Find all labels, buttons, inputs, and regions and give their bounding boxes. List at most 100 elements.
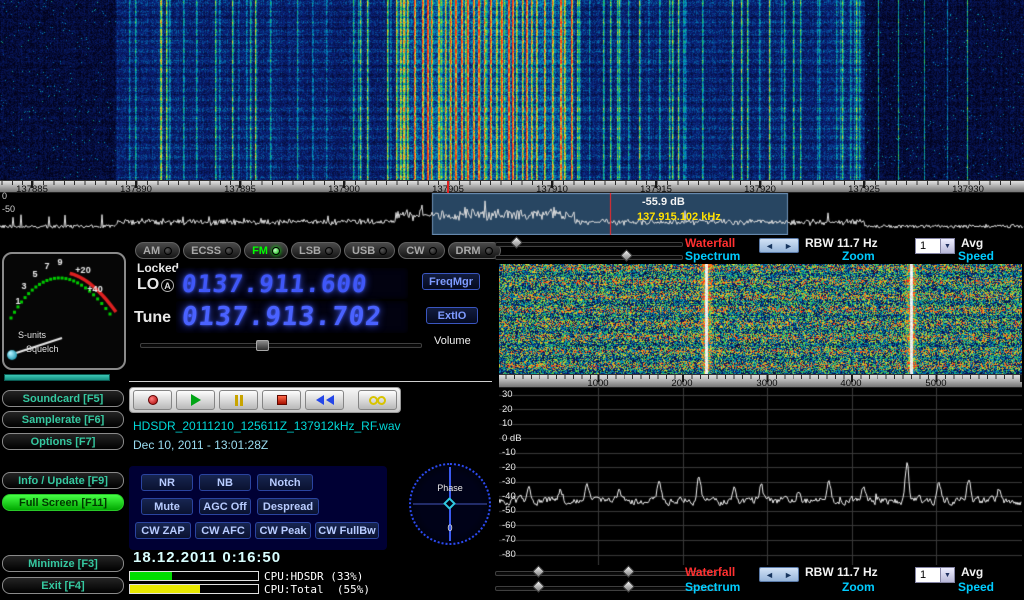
nr-button[interactable]: NR (141, 474, 193, 491)
mode-label: LSB (299, 245, 321, 257)
mode-am[interactable]: AM (135, 242, 180, 259)
phase-label: Phase (407, 483, 493, 493)
waterfall-contrast-slider-bottom[interactable] (495, 571, 717, 576)
spectrum-label-bottom: Spectrum (685, 580, 740, 594)
main-spectrum-strip[interactable]: 0 -50 -55.9 dB 137.915.102 kHz (0, 193, 1024, 235)
db-tick: -60 (502, 520, 516, 531)
mode-label: DRM (456, 245, 481, 257)
despread-button[interactable]: Despread (257, 498, 319, 515)
cpu-hdsdr-fill (130, 572, 172, 580)
main-waterfall[interactable] (0, 0, 1024, 180)
clock: 18.12.2011 0:16:50 (133, 549, 281, 566)
smeter-canvas (4, 254, 124, 368)
soundcard-button[interactable]: Soundcard [F5] (2, 390, 124, 407)
tune-frequency-display[interactable]: 0137.913.702 (176, 301, 408, 333)
fullscreen-button[interactable]: Full Screen [F11] (2, 494, 124, 511)
cw-peak-button[interactable]: CW Peak (255, 522, 311, 539)
zoom-spectrum-canvas[interactable] (499, 388, 1022, 565)
minimize-button[interactable]: Minimize [F3] (2, 555, 124, 572)
db-tick: -50 (502, 505, 516, 516)
recording-file-name: HDSDR_20111210_125611Z_137912kHz_RF.wav (133, 419, 401, 433)
mute-button[interactable]: Mute (141, 498, 193, 515)
waterfall-label-top: Waterfall (685, 236, 735, 250)
cw-afc-button[interactable]: CW AFC (195, 522, 251, 539)
lo-channel-badge[interactable]: A (161, 279, 174, 292)
avg-label-bottom: Avg (961, 565, 983, 579)
lo-frequency-display[interactable]: 0137.911.600 (176, 268, 408, 299)
next-arrow-icon[interactable]: ► (784, 570, 793, 580)
tune-label: Tune (134, 309, 171, 327)
phase-value: 0 (407, 523, 493, 533)
mode-lsb[interactable]: LSB (291, 242, 341, 259)
mode-led-icon (379, 247, 387, 255)
signal-level-bar (4, 374, 110, 381)
mode-fm[interactable]: FM (244, 242, 288, 259)
readout-db: -55.9 dB (642, 196, 685, 208)
volume-slider-thumb[interactable] (256, 340, 269, 351)
cw-zap-button[interactable]: CW ZAP (135, 522, 191, 539)
nb-button[interactable]: NB (199, 474, 251, 491)
db-tick: 10 (502, 418, 513, 429)
zoom-frequency-ruler[interactable]: 1000 2000 3000 4000 5000 (499, 374, 1022, 388)
mode-label: USB (352, 245, 375, 257)
prev-arrow-icon[interactable]: ◄ (765, 570, 774, 580)
zoom-waterfall[interactable] (499, 264, 1022, 374)
record-button[interactable] (133, 390, 172, 410)
prev-arrow-icon[interactable]: ◄ (765, 241, 774, 251)
rewind-button[interactable] (305, 390, 344, 410)
spectrum-zoom-slider-bottom[interactable] (495, 586, 717, 591)
pause-icon (240, 395, 243, 406)
mode-led-icon (325, 247, 333, 255)
panel-divider (129, 381, 492, 382)
play-button[interactable] (176, 390, 215, 410)
volume-slider[interactable] (140, 343, 422, 348)
mode-label: CW (406, 245, 424, 257)
freqmgr-button[interactable]: FreqMgr (422, 273, 480, 290)
mode-label: AM (143, 245, 160, 257)
db-tick: 30 (502, 389, 513, 400)
mode-drm[interactable]: DRM (448, 242, 501, 259)
cw-fullbw-button[interactable]: CW FullBw (315, 522, 379, 539)
loop-button[interactable] (358, 390, 397, 410)
options-button[interactable]: Options [F7] (2, 433, 124, 450)
tune-frequency-digits[interactable]: 0137.913.702 (180, 302, 383, 332)
mode-ecss[interactable]: ECSS (183, 242, 241, 259)
stop-button[interactable] (262, 390, 301, 410)
notch-button[interactable]: Notch (257, 474, 313, 491)
mode-usb[interactable]: USB (344, 242, 395, 259)
cpu-total-fill (130, 585, 200, 593)
waterfall-contrast-slider-top[interactable] (495, 242, 683, 247)
main-frequency-ruler[interactable]: 137885 137890 137895 137900 137905 13791… (0, 180, 1024, 193)
rbw-label-top: RBW 11.7 Hz (805, 236, 878, 250)
samplerate-button[interactable]: Samplerate [F6] (2, 411, 124, 428)
zoom-waterfall-wrap[interactable] (499, 264, 1022, 374)
combo-caret-icon[interactable]: ▼ (940, 239, 954, 253)
s-meter[interactable]: S-units Squelch (2, 252, 126, 370)
lo-frequency-digits[interactable]: 0137.911.600 (181, 270, 369, 298)
avg-combo-top[interactable]: 1 ▼ (915, 238, 955, 254)
combo-caret-icon[interactable]: ▼ (940, 568, 954, 582)
avg-combo-value: 1 (916, 239, 940, 253)
info-update-button[interactable]: Info / Update [F9] (2, 472, 124, 489)
db-tick: 0 dB (502, 433, 522, 444)
mode-cw[interactable]: CW (398, 242, 444, 259)
band-arrows-bottom: ◄ ► (759, 567, 799, 582)
db-tick: -70 (502, 534, 516, 545)
spectrum-zoom-slider-top[interactable] (495, 255, 683, 260)
avg-combo-bottom[interactable]: 1 ▼ (915, 567, 955, 583)
cpu-total-text: CPU:Total (55%) (264, 583, 370, 596)
main-spectrum-canvas[interactable] (0, 193, 1024, 235)
lo-label: LO (137, 276, 159, 294)
strip-scale-minus50: -50 (2, 204, 15, 214)
spectrum-label-top: Spectrum (685, 249, 740, 263)
agc-off-button[interactable]: AGC Off (199, 498, 251, 515)
play-icon (191, 394, 201, 406)
next-arrow-icon[interactable]: ► (784, 241, 793, 251)
extio-button[interactable]: ExtIO (426, 307, 478, 324)
zoom-spectrum[interactable]: 30 20 10 0 dB -10 -20 -30 -40 -50 -60 -7… (499, 388, 1022, 565)
strip-scale-zero: 0 (2, 191, 7, 201)
squelch-label: Squelch (26, 344, 59, 354)
pause-button[interactable] (219, 390, 258, 410)
exit-button[interactable]: Exit [F4] (2, 577, 124, 594)
cpu-hdsdr-text: CPU:HDSDR (33%) (264, 570, 363, 583)
